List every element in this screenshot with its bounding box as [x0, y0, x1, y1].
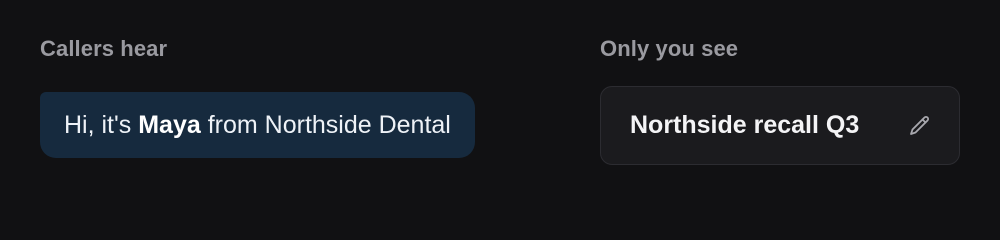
callers-hear-label: Callers hear [40, 36, 168, 61]
agent-name: Maya [138, 110, 201, 139]
campaign-name: Northside recall Q3 [630, 111, 860, 139]
greeting-bubble: Hi, it's Maya from Northside Dental [40, 92, 475, 158]
greeting-prefix: Hi, it's [64, 110, 139, 139]
edit-campaign-name-button[interactable] [905, 111, 935, 141]
only-you-see-label: Only you see [600, 36, 739, 61]
pencil-icon [910, 115, 929, 135]
campaign-name-card[interactable]: Northside recall Q3 [600, 86, 960, 165]
greeting-suffix: from Northside Dental [200, 110, 451, 139]
